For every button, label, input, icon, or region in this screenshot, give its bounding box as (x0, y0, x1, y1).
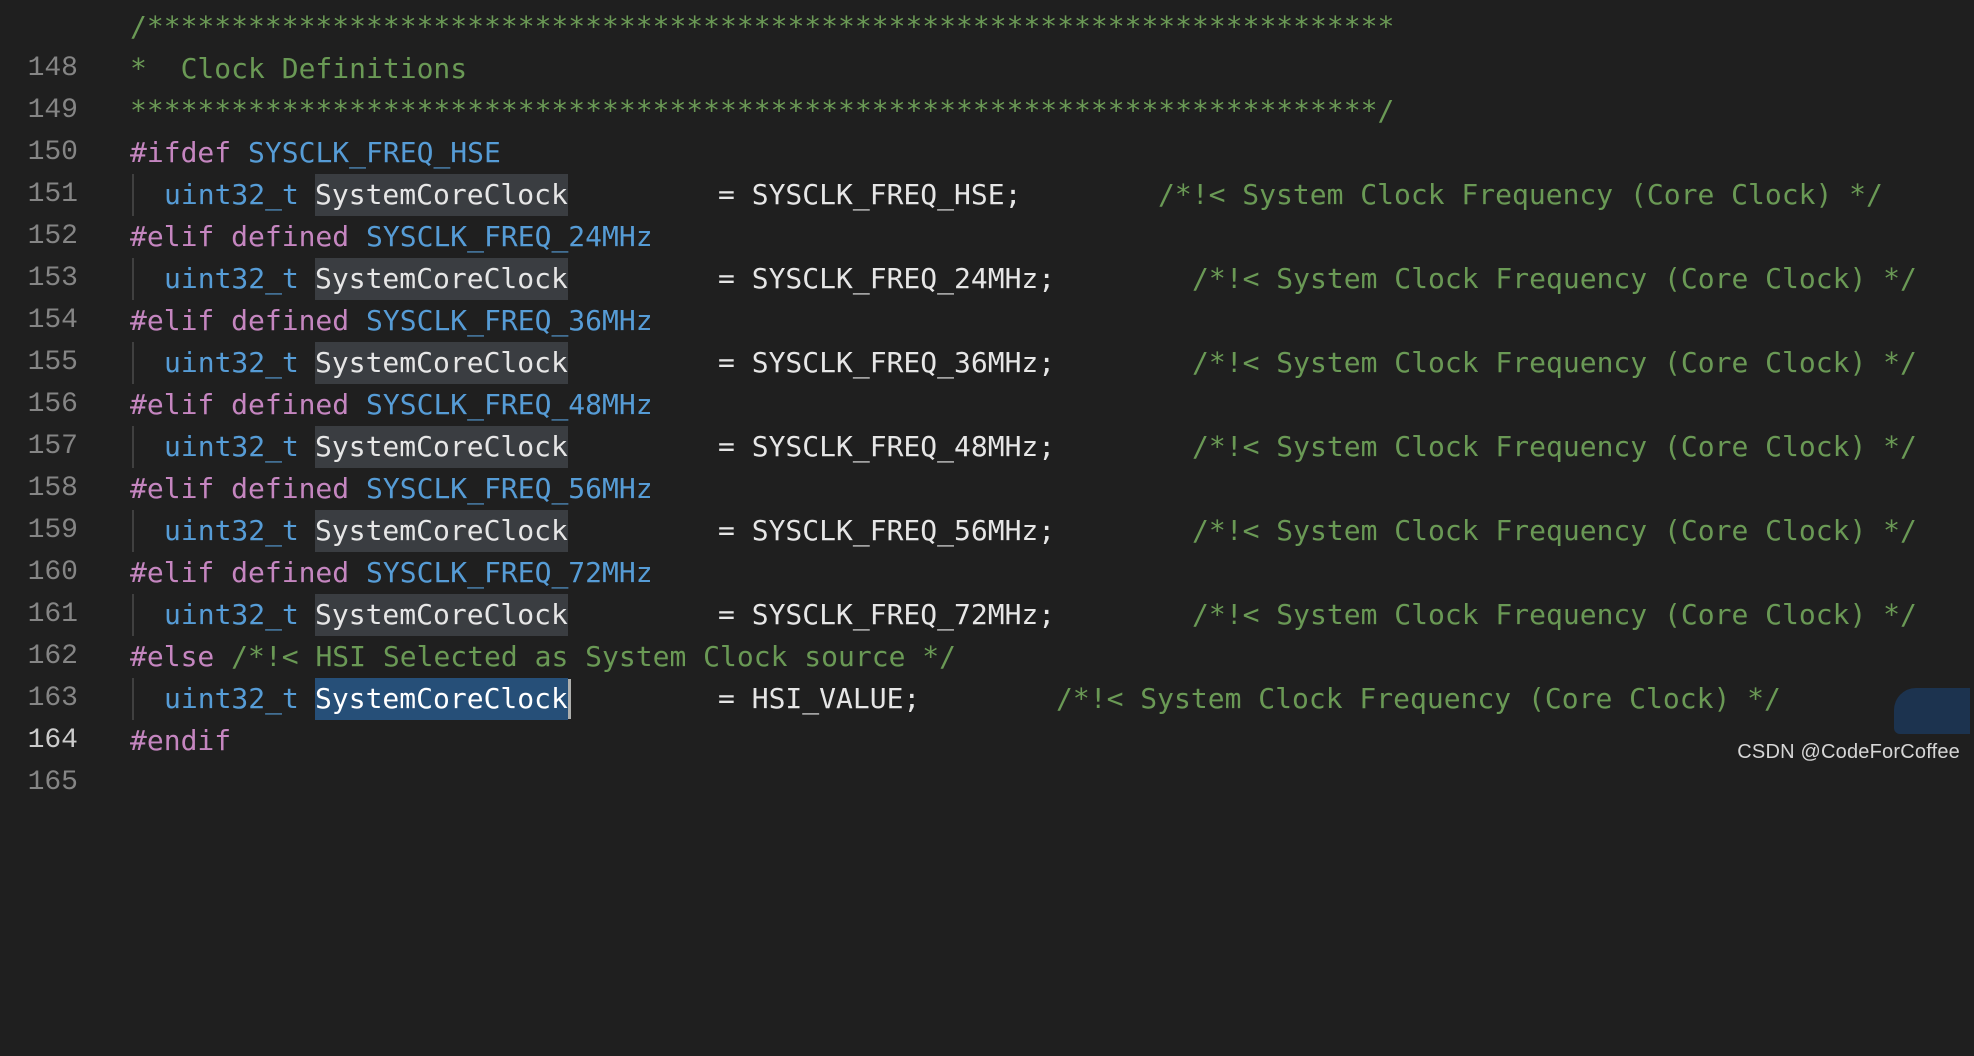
indent-guide (132, 510, 134, 552)
preprocessor-directive: #endif (130, 724, 232, 757)
code-line[interactable]: 151 #ifdef SYSCLK_FREQ_HSE (0, 132, 1974, 210)
code-line[interactable]: 155 #elif defined SYSCLK_FREQ_36MHz (0, 300, 1974, 378)
variable-name: SystemCoreClock (315, 342, 568, 384)
indent-guide (132, 678, 134, 720)
indent-guide (132, 594, 134, 636)
assignment: = SYSCLK_FREQ_24MHz; (718, 262, 1056, 295)
code-line[interactable]: 153 #elif defined SYSCLK_FREQ_24MHz (0, 216, 1974, 294)
code-line[interactable]: 152 uint32_t SystemCoreClock = SYSCLK_FR… (0, 174, 1974, 252)
type-keyword: uint32_t (164, 178, 299, 211)
type-keyword: uint32_t (164, 682, 299, 715)
macro-name: SYSCLK_FREQ_HSE (248, 136, 501, 169)
preprocessor-directive: #ifdef (130, 136, 232, 169)
text-cursor (568, 679, 571, 719)
code-line-active[interactable]: 164 uint32_t SystemCoreClock = HSI_VALUE… (0, 678, 1974, 756)
comment: /*!< System Clock Frequency (Core Clock)… (1056, 682, 1781, 715)
code-line[interactable]: 159 #elif defined SYSCLK_FREQ_56MHz (0, 468, 1974, 546)
minimap-slider[interactable] (1894, 688, 1970, 734)
code-line[interactable]: 154 uint32_t SystemCoreClock = SYSCLK_FR… (0, 258, 1974, 336)
code-line[interactable]: 149 * Clock Definitions (0, 48, 1974, 126)
watermark: CSDN @CodeForCoffee (1737, 741, 1960, 763)
code-line[interactable]: 160 uint32_t SystemCoreClock = SYSCLK_FR… (0, 510, 1974, 588)
assignment: = SYSCLK_FREQ_56MHz; (718, 514, 1056, 547)
assignment: = SYSCLK_FREQ_48MHz; (718, 430, 1056, 463)
code-line[interactable]: 162 uint32_t SystemCoreClock = SYSCLK_FR… (0, 594, 1974, 672)
comment: /*!< System Clock Frequency (Core Clock)… (1192, 346, 1917, 379)
indent-guide (132, 342, 134, 384)
assignment: = HSI_VALUE; (718, 682, 921, 715)
variable-name: SystemCoreClock (315, 426, 568, 468)
comment: /*!< System Clock Frequency (Core Clock)… (1192, 598, 1917, 631)
indent-guide (132, 174, 134, 216)
code-line[interactable]: 165 #endif (0, 720, 1974, 798)
macro-name: SYSCLK_FREQ_72MHz (366, 556, 653, 589)
directive-line: #ifdef SYSCLK_FREQ_HSE (130, 132, 501, 174)
assignment: = SYSCLK_FREQ_36MHz; (718, 346, 1056, 379)
comment: /*!< System Clock Frequency (Core Clock)… (1158, 178, 1883, 211)
variable-name: SystemCoreClock (315, 594, 568, 636)
indent-guide (132, 258, 134, 300)
code-line[interactable]: 161 #elif defined SYSCLK_FREQ_72MHz (0, 552, 1974, 630)
comment: /*!< System Clock Frequency (Core Clock)… (1192, 514, 1917, 547)
type-keyword: uint32_t (164, 514, 299, 547)
comment: * Clock Definitions (130, 52, 468, 85)
comment: ****************************************… (130, 94, 1395, 127)
variable-name: SystemCoreClock (315, 258, 568, 300)
preprocessor-directive: #elif defined (130, 304, 350, 337)
macro-name: SYSCLK_FREQ_24MHz (366, 220, 653, 253)
directive-line: #elif defined SYSCLK_FREQ_48MHz (130, 384, 653, 426)
directive-line: #else /*!< HSI Selected as System Clock … (130, 636, 956, 678)
type-keyword: uint32_t (164, 346, 299, 379)
macro-name: SYSCLK_FREQ_56MHz (366, 472, 653, 505)
preprocessor-directive: #elif defined (130, 220, 350, 253)
assignment: = SYSCLK_FREQ_72MHz; (718, 598, 1056, 631)
macro-name: SYSCLK_FREQ_36MHz (366, 304, 653, 337)
directive-line: #elif defined SYSCLK_FREQ_24MHz (130, 216, 653, 258)
indent-guide (132, 426, 134, 468)
code-line[interactable]: 158 uint32_t SystemCoreClock = SYSCLK_FR… (0, 426, 1974, 504)
code-line[interactable]: 157 #elif defined SYSCLK_FREQ_48MHz (0, 384, 1974, 462)
code-line[interactable]: 150 ************************************… (0, 90, 1974, 168)
code-line[interactable]: 148 /***********************************… (0, 6, 1974, 84)
preprocessor-directive: #else (130, 640, 215, 673)
directive-line: #elif defined SYSCLK_FREQ_36MHz (130, 300, 653, 342)
line-number: 165 (27, 767, 78, 798)
type-keyword: uint32_t (164, 430, 299, 463)
preprocessor-directive: #elif defined (130, 388, 350, 421)
comment: /*!< HSI Selected as System Clock source… (231, 640, 957, 673)
type-keyword: uint32_t (164, 598, 299, 631)
type-keyword: uint32_t (164, 262, 299, 295)
macro-name: SYSCLK_FREQ_48MHz (366, 388, 653, 421)
code-line[interactable]: 163 #else /*!< HSI Selected as System Cl… (0, 636, 1974, 714)
comment: /*!< System Clock Frequency (Core Clock)… (1192, 262, 1917, 295)
preprocessor-directive: #elif defined (130, 556, 350, 589)
code-line[interactable]: 156 uint32_t SystemCoreClock = SYSCLK_FR… (0, 342, 1974, 420)
assignment: = SYSCLK_FREQ_HSE; (718, 178, 1022, 211)
variable-name: SystemCoreClock (315, 174, 568, 216)
preprocessor-directive: #elif defined (130, 472, 350, 505)
code-editor[interactable]: 148 /***********************************… (0, 0, 1974, 798)
directive-line: #elif defined SYSCLK_FREQ_72MHz (130, 552, 653, 594)
directive-line: #elif defined SYSCLK_FREQ_56MHz (130, 468, 653, 510)
comment: /***************************************… (130, 10, 1395, 43)
variable-name: SystemCoreClock (315, 510, 568, 552)
selected-variable-name[interactable]: SystemCoreClock (315, 678, 568, 720)
comment: /*!< System Clock Frequency (Core Clock)… (1192, 430, 1917, 463)
